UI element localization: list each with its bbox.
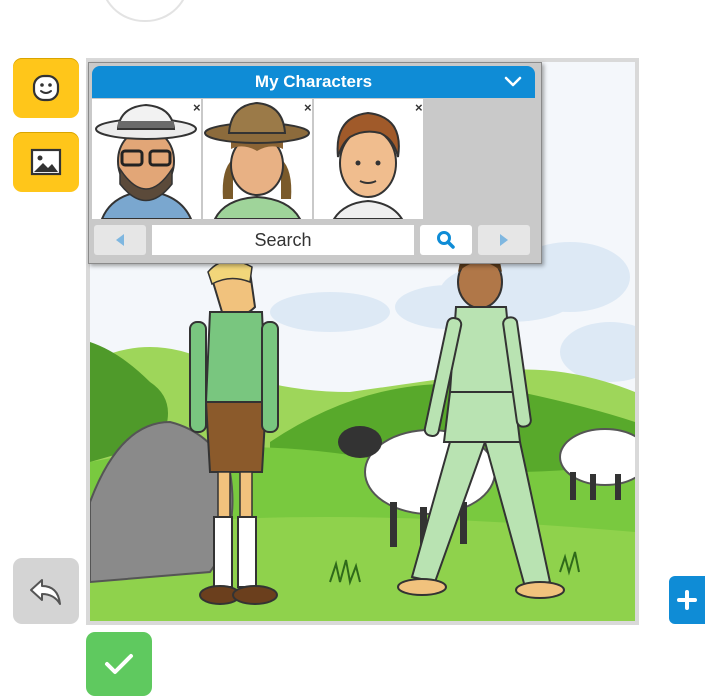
add-cell-button[interactable] xyxy=(669,576,705,624)
remove-character-1-icon[interactable]: × xyxy=(193,101,201,114)
characters-tool-button[interactable] xyxy=(13,58,79,118)
chevron-down-icon[interactable] xyxy=(503,72,523,92)
next-page-button[interactable] xyxy=(478,225,530,255)
smiley-icon xyxy=(32,74,60,102)
scenes-tool-button[interactable] xyxy=(13,132,79,192)
arrow-right-icon xyxy=(500,234,508,246)
image-icon xyxy=(30,148,62,176)
confirm-button[interactable] xyxy=(86,632,152,696)
plus-icon xyxy=(677,590,697,610)
top-avatar-circle[interactable] xyxy=(100,0,190,22)
library-footer: Search xyxy=(92,223,535,257)
character-thumbnail[interactable] xyxy=(92,99,201,219)
undo-button[interactable] xyxy=(13,558,79,624)
search-icon xyxy=(437,231,455,249)
library-header[interactable]: My Characters xyxy=(92,66,535,98)
character-thumbnail[interactable] xyxy=(203,99,312,219)
remove-character-3-icon[interactable]: × xyxy=(415,101,423,114)
remove-character-2-icon[interactable]: × xyxy=(304,101,312,114)
library-title: My Characters xyxy=(254,72,373,91)
arrow-left-icon xyxy=(116,234,124,246)
search-button[interactable] xyxy=(420,225,472,255)
bearded-man-portrait xyxy=(92,99,201,219)
character-thumbnail[interactable] xyxy=(314,99,423,219)
search-input[interactable]: Search xyxy=(152,225,414,255)
character-library-panel: My Characters × × × Search xyxy=(88,62,542,264)
cowboy-woman-portrait xyxy=(203,99,312,219)
brown-haired-boy-portrait xyxy=(314,99,423,219)
checkmark-icon xyxy=(105,654,133,674)
undo-arrow-icon xyxy=(30,579,61,605)
previous-page-button[interactable] xyxy=(94,225,146,255)
